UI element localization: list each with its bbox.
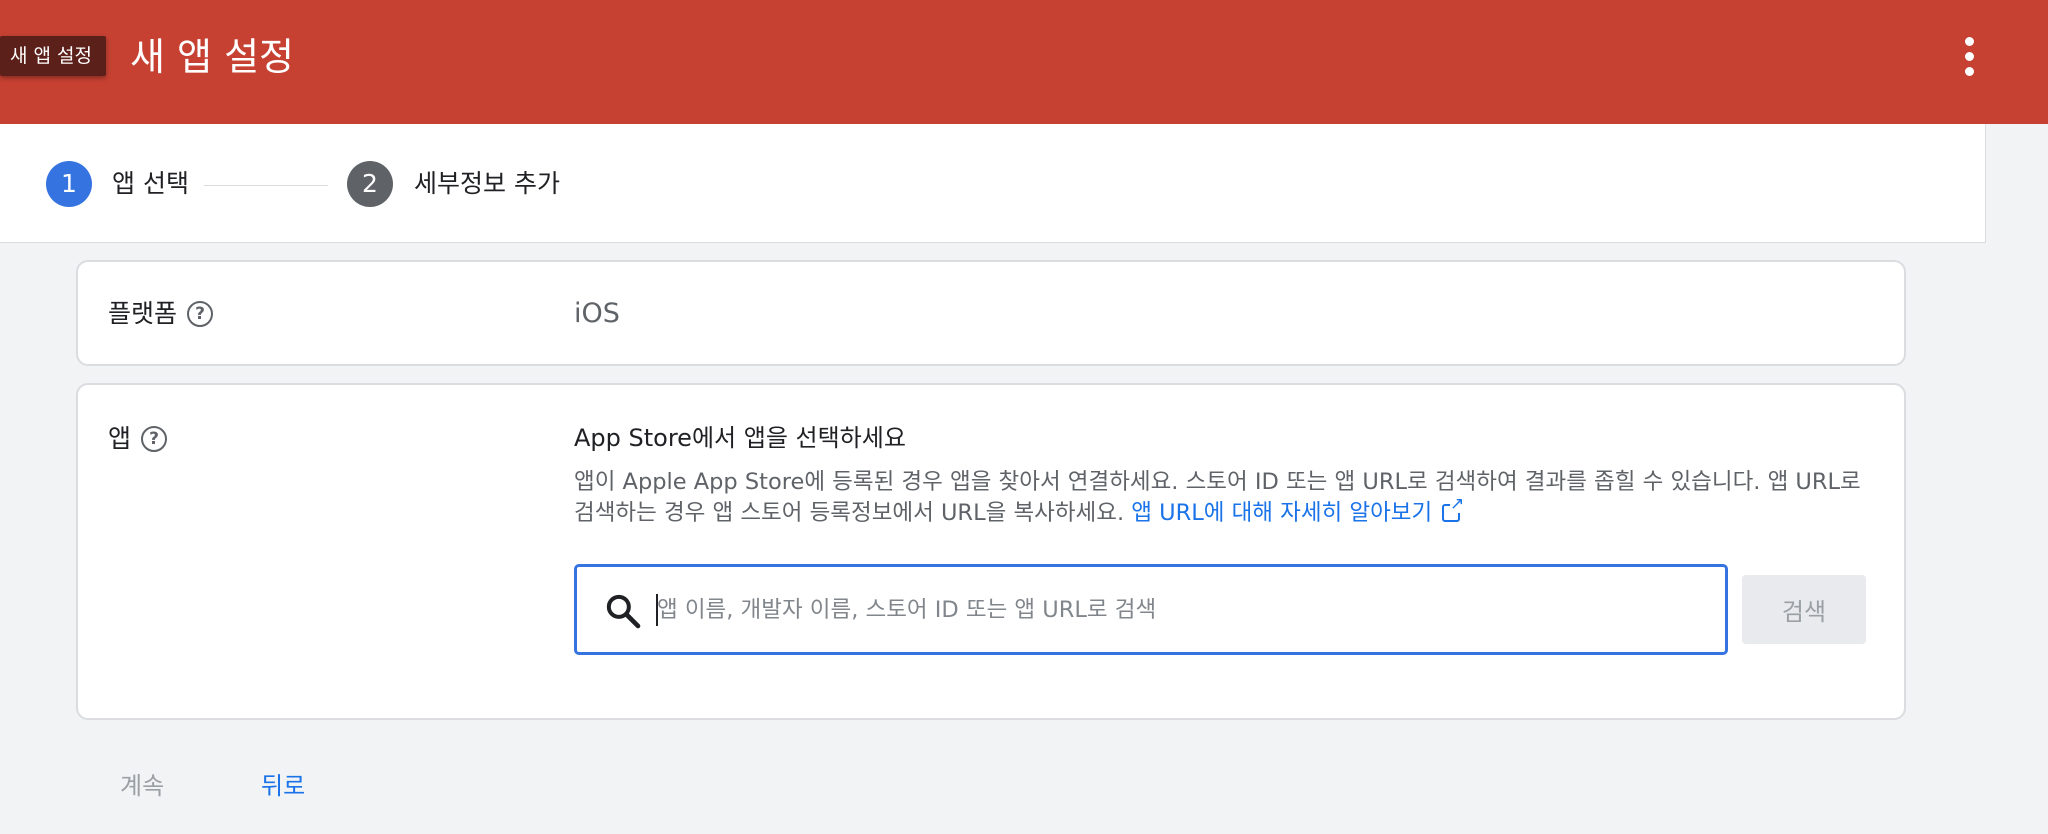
step-1-label: 앱 선택 <box>112 169 189 198</box>
app-description: 앱이 Apple App Store에 등록된 경우 앱을 찾아서 연결하세요.… <box>574 467 1874 529</box>
app-search-input[interactable] <box>657 583 1707 637</box>
top-app-bar: 새 앱 설정 새 앱 설정 <box>0 0 2048 124</box>
platform-card: 플랫폼 ? iOS <box>76 260 1906 366</box>
back-button[interactable]: 뒤로 <box>261 766 305 806</box>
app-label: 앱 <box>108 424 132 453</box>
step-1-indicator: 1 <box>46 161 92 207</box>
step-2-label: 세부정보 추가 <box>414 169 560 198</box>
app-card: 앱 ? App Store에서 앱을 선택하세요 앱이 Apple App St… <box>76 383 1906 720</box>
platform-label-row: 플랫폼 ? <box>108 296 214 332</box>
page-title: 새 앱 설정 <box>130 35 294 79</box>
app-search-box[interactable] <box>574 564 1728 655</box>
menu-dot <box>1964 36 1974 46</box>
learn-more-link[interactable]: 앱 URL에 대해 자세히 알아보기 <box>1131 496 1465 526</box>
stepper: 1 앱 선택 2 세부정보 추가 <box>0 124 1986 243</box>
menu-dot <box>1964 51 1974 61</box>
text-caret <box>656 594 658 626</box>
open-in-new-icon <box>1442 496 1465 522</box>
app-label-row: 앱 ? <box>108 421 168 457</box>
title-tooltip: 새 앱 설정 <box>0 36 106 76</box>
help-icon[interactable]: ? <box>141 426 168 452</box>
platform-value: iOS <box>574 298 620 329</box>
learn-more-link-text: 앱 URL에 대해 자세히 알아보기 <box>1131 500 1433 526</box>
menu-dot <box>1964 66 1974 76</box>
step-connector <box>204 185 328 186</box>
step-2-indicator: 2 <box>347 161 393 207</box>
continue-button[interactable]: 계속 <box>120 766 164 806</box>
app-store-heading: App Store에서 앱을 선택하세요 <box>574 424 906 452</box>
more-vert-icon[interactable] <box>1948 28 1990 84</box>
search-button[interactable]: 검색 <box>1742 575 1866 644</box>
search-icon <box>606 594 641 629</box>
help-icon[interactable]: ? <box>187 301 214 327</box>
platform-label: 플랫폼 <box>108 299 178 328</box>
